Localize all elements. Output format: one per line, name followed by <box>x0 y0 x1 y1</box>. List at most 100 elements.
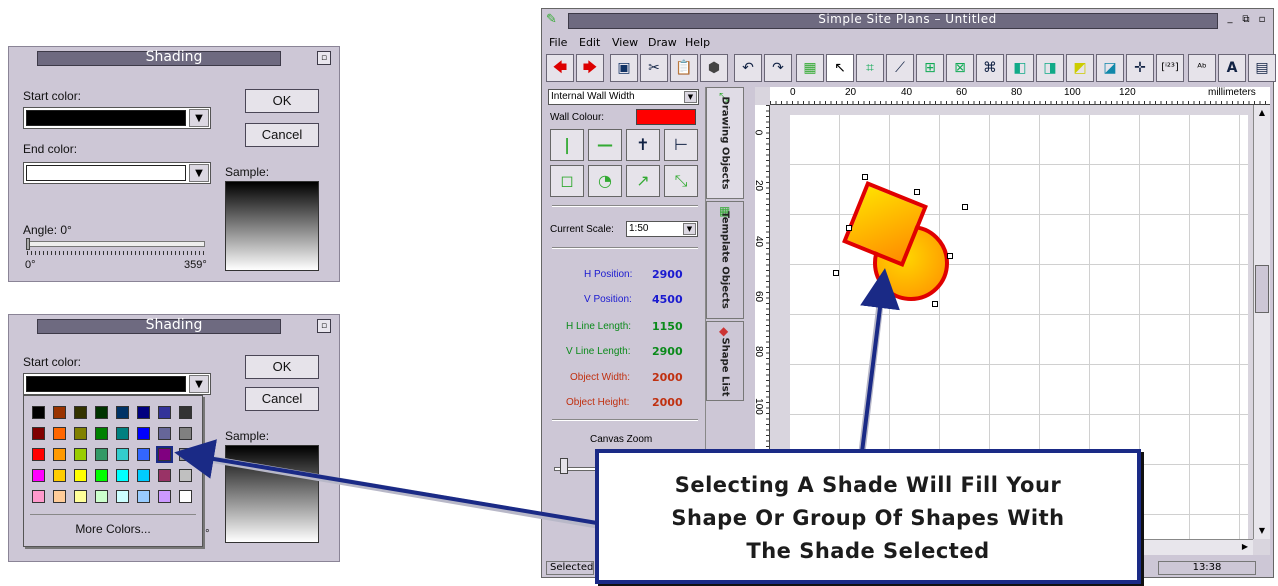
send-to-back-icon[interactable]: ◪ <box>1096 54 1124 82</box>
menu-file[interactable]: File <box>549 36 567 49</box>
redo-icon[interactable]: ↷ <box>764 54 792 82</box>
forward-arrow-icon[interactable]: 🡆 <box>576 54 604 82</box>
palette-swatch[interactable] <box>179 427 192 440</box>
start-color-select[interactable]: ▼ <box>23 373 211 395</box>
chevron-down-icon[interactable]: ▼ <box>683 223 696 235</box>
palette-swatch[interactable] <box>32 448 45 461</box>
palette-swatch[interactable] <box>137 469 150 482</box>
palette-swatch[interactable] <box>74 406 87 419</box>
palette-swatch[interactable] <box>74 469 87 482</box>
delete-icon[interactable]: ⬢ <box>700 54 728 82</box>
text-tool-icon[interactable]: A <box>1218 54 1246 82</box>
palette-swatch[interactable] <box>156 446 173 463</box>
end-color-select[interactable]: ▼ <box>23 162 211 184</box>
dialog-title-bar[interactable]: Shading ▫ <box>9 47 339 69</box>
node-edit-icon[interactable]: ⌗ <box>856 54 884 82</box>
maximize-icon[interactable]: ▫ <box>317 51 331 65</box>
scroll-up-icon[interactable]: ▲ <box>1255 106 1269 120</box>
palette-swatch[interactable] <box>179 490 192 503</box>
ungroup-icon[interactable]: ⊠ <box>946 54 974 82</box>
tab-drawing-objects[interactable]: ⤡ Drawing Objects <box>706 87 744 199</box>
palette-swatch[interactable] <box>137 448 150 461</box>
restore-icon[interactable]: ⧉ <box>1240 14 1252 26</box>
scroll-down-icon[interactable]: ▼ <box>1255 524 1269 538</box>
export-icon[interactable]: ▤ <box>1248 54 1276 82</box>
slider-thumb[interactable] <box>26 238 30 250</box>
more-colors-button[interactable]: More Colors... <box>24 522 202 536</box>
menu-draw[interactable]: Draw <box>648 36 677 49</box>
chevron-down-icon[interactable]: ▼ <box>189 164 209 182</box>
selection-handle[interactable] <box>862 174 868 180</box>
start-color-select[interactable]: ▼ <box>23 107 211 129</box>
palette-swatch[interactable] <box>116 448 129 461</box>
cancel-button[interactable]: Cancel <box>245 387 319 411</box>
palette-swatch[interactable] <box>137 406 150 419</box>
palette-swatch[interactable] <box>74 427 87 440</box>
ok-button[interactable]: OK <box>245 355 319 379</box>
palette-swatch[interactable] <box>158 427 171 440</box>
wall-type-select[interactable]: Internal Wall Width ▼ <box>548 89 699 105</box>
palette-swatch[interactable] <box>116 406 129 419</box>
scroll-right-icon[interactable]: ▶ <box>1238 541 1252 553</box>
align-icon[interactable]: ⌘ <box>976 54 1004 82</box>
chevron-down-icon[interactable]: ▼ <box>684 91 697 103</box>
tab-template-objects[interactable]: ▦ Template Objects <box>706 201 744 319</box>
ok-button[interactable]: OK <box>245 89 319 113</box>
palette-swatch[interactable] <box>179 469 192 482</box>
wall-tool-vertical[interactable]: | <box>550 129 584 161</box>
scale-select[interactable]: 1:50 ▼ <box>626 221 698 237</box>
group-icon[interactable]: ⊞ <box>916 54 944 82</box>
palette-swatch[interactable] <box>137 427 150 440</box>
paste-icon[interactable]: 📋 <box>670 54 698 82</box>
scroll-thumb[interactable] <box>1255 265 1269 313</box>
maximize-icon[interactable]: ▫ <box>317 319 331 333</box>
palette-swatch[interactable] <box>95 490 108 503</box>
spelling-icon[interactable]: ᴬᵇ <box>1188 54 1216 82</box>
palette-swatch[interactable] <box>95 427 108 440</box>
send-backward-icon[interactable]: ◨ <box>1036 54 1064 82</box>
palette-swatch[interactable] <box>53 448 66 461</box>
palette-swatch[interactable] <box>95 406 108 419</box>
line-tool-icon[interactable]: ⟋ <box>886 54 914 82</box>
tab-shape-list[interactable]: ◆ Shape List <box>706 321 744 401</box>
palette-swatch[interactable] <box>32 490 45 503</box>
palette-swatch[interactable] <box>74 490 87 503</box>
wall-tool-tee[interactable]: ✝ <box>626 129 660 161</box>
palette-swatch[interactable] <box>116 490 129 503</box>
wall-tool-horizontal[interactable]: — <box>588 129 622 161</box>
menu-edit[interactable]: Edit <box>579 36 600 49</box>
palette-swatch[interactable] <box>74 448 87 461</box>
palette-swatch[interactable] <box>32 469 45 482</box>
bring-forward-icon[interactable]: ◧ <box>1006 54 1034 82</box>
menu-help[interactable]: Help <box>685 36 710 49</box>
palette-swatch[interactable] <box>53 469 66 482</box>
palette-swatch[interactable] <box>158 406 171 419</box>
dimension-icon[interactable]: [ⁱ²³] <box>1156 54 1184 82</box>
cut-icon[interactable]: ✂ <box>640 54 668 82</box>
app-title-bar[interactable]: ✎ Simple Site Plans – Untitled _ ⧉ ▫ <box>542 9 1273 31</box>
selection-handle[interactable] <box>947 253 953 259</box>
palette-swatch[interactable] <box>95 448 108 461</box>
rectangle-tool[interactable]: ◻ <box>550 165 584 197</box>
selection-handle[interactable] <box>932 301 938 307</box>
chevron-down-icon[interactable]: ▼ <box>189 109 209 127</box>
arc-tool[interactable]: ↗ <box>626 165 660 197</box>
palette-swatch[interactable] <box>179 406 192 419</box>
selection-handle[interactable] <box>833 270 839 276</box>
select-pointer-icon[interactable]: ↖ <box>826 54 854 82</box>
dialog-title-bar[interactable]: Shading ▫ <box>9 315 339 337</box>
palette-swatch[interactable] <box>53 427 66 440</box>
menu-view[interactable]: View <box>612 36 638 49</box>
palette-swatch[interactable] <box>116 427 129 440</box>
vertical-scrollbar[interactable]: ▲ ▼ <box>1253 105 1270 539</box>
palette-swatch[interactable] <box>158 469 171 482</box>
minimize-icon[interactable]: _ <box>1224 14 1236 26</box>
circle-tool[interactable]: ◔ <box>588 165 622 197</box>
save-icon[interactable]: ▣ <box>610 54 638 82</box>
bring-to-front-icon[interactable]: ◩ <box>1066 54 1094 82</box>
selection-handle[interactable] <box>846 225 852 231</box>
grid-icon[interactable]: ▦ <box>796 54 824 82</box>
maximize-icon[interactable]: ▫ <box>1256 14 1268 26</box>
undo-icon[interactable]: ↶ <box>734 54 762 82</box>
palette-swatch[interactable] <box>32 406 45 419</box>
